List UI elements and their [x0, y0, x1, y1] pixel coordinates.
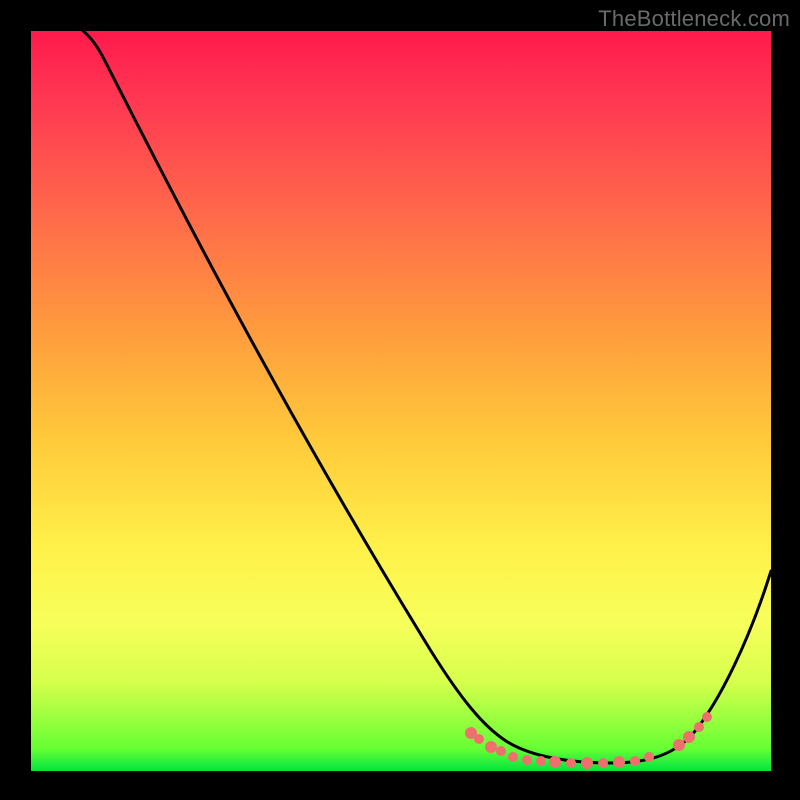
chart-background-gradient	[31, 31, 771, 771]
watermark-text: TheBottleneck.com	[598, 6, 790, 32]
chart-stage: TheBottleneck.com	[0, 0, 800, 800]
